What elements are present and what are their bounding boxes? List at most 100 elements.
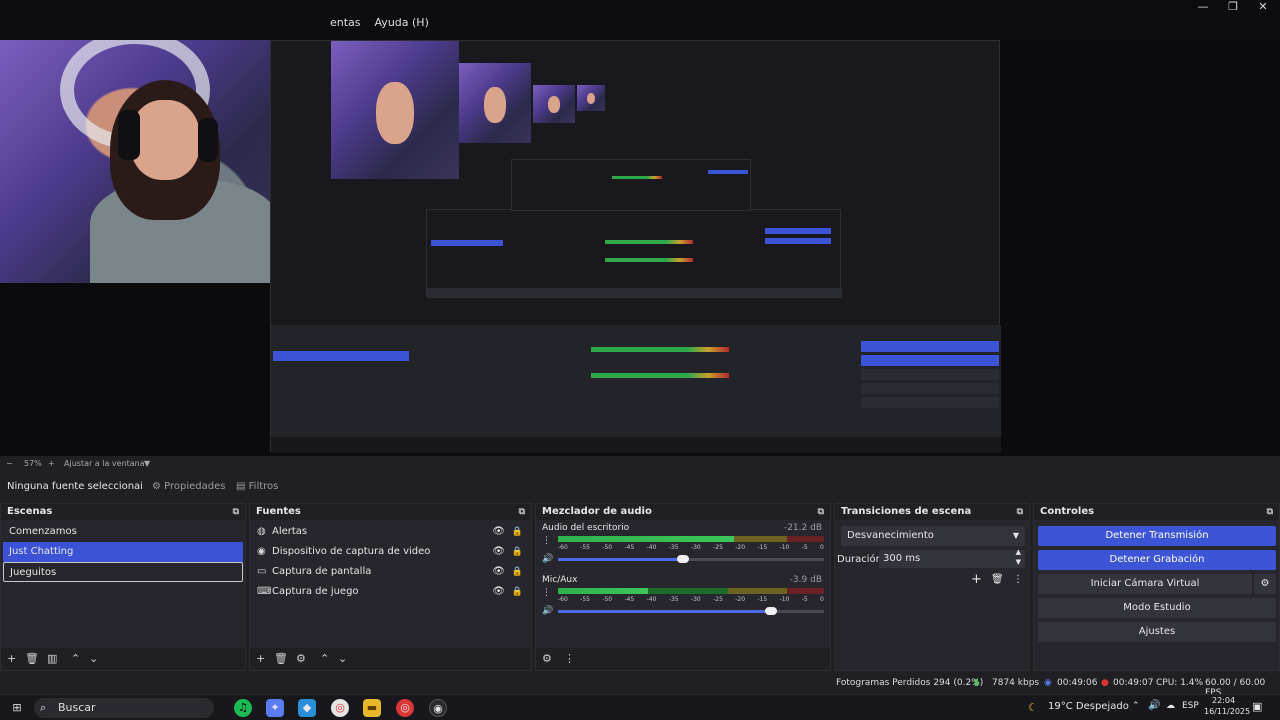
notifications-icon[interactable]: ▣: [1252, 700, 1262, 713]
properties-button[interactable]: ⚙ Propiedades: [152, 481, 225, 492]
source-properties-button[interactable]: ⚙: [296, 652, 306, 665]
eye-icon[interactable]: 👁: [492, 522, 505, 542]
move-up-button[interactable]: ⌃: [320, 652, 329, 665]
controls-title: Controles ⧉: [1034, 504, 1279, 520]
menu-bar: entas Ayuda (H): [330, 16, 429, 29]
transition-menu-icon[interactable]: ⋮: [1013, 574, 1023, 585]
source-item-video-capture[interactable]: ◉ Dispositivo de captura de video 👁 🔒: [250, 542, 531, 562]
more-options-icon[interactable]: ⋮: [542, 588, 551, 598]
spotify-icon[interactable]: ♫: [234, 699, 252, 717]
restore-button[interactable]: ❐: [1218, 0, 1248, 14]
zoom-out-button[interactable]: −: [6, 459, 13, 468]
stepper-icon[interactable]: ▲ ▼: [1016, 547, 1021, 567]
scenes-dock: Escenas ⧉ Comenzamos Just Chatting Juegu…: [0, 503, 246, 671]
mixer-settings-icon[interactable]: ⚙: [542, 652, 552, 665]
file-explorer-icon[interactable]: ▬: [363, 699, 381, 717]
move-up-button[interactable]: ⌃: [71, 652, 80, 665]
add-scene-button[interactable]: +: [7, 652, 16, 665]
stop-stream-button[interactable]: Detener Transmisión: [1038, 526, 1276, 546]
sources-dock: Fuentes ⧉ ◍ Alertas 👁 🔒 ◉ Dispositivo de…: [249, 503, 532, 671]
fit-window-dropdown-icon[interactable]: ▼: [144, 459, 150, 468]
meter-tick-label: -20: [735, 596, 746, 603]
scene-item-jueguitos[interactable]: Jueguitos: [3, 562, 243, 582]
volume-slider[interactable]: [558, 555, 824, 563]
weather-icon: ☾: [1028, 701, 1038, 714]
filters-button[interactable]: ▤ Filtros: [236, 481, 278, 492]
undock-icon[interactable]: ⧉: [1267, 507, 1273, 517]
network-icon[interactable]: ☁: [1166, 701, 1175, 711]
meter-tick-label: -45: [624, 544, 635, 551]
virtual-camera-settings-gear-icon[interactable]: ⚙: [1254, 574, 1276, 594]
source-item-alertas[interactable]: ◍ Alertas 👁 🔒: [250, 522, 531, 542]
zoom-in-button[interactable]: +: [48, 459, 55, 468]
edge-icon[interactable]: ◆: [298, 699, 316, 717]
channel-db: -3.9 dB: [789, 575, 822, 585]
language-indicator[interactable]: ESP: [1182, 701, 1199, 711]
remove-source-button[interactable]: 🗑: [274, 652, 288, 665]
chrome-icon[interactable]: ◎: [331, 699, 349, 717]
clock-date[interactable]: 16/11/2025: [1204, 707, 1250, 716]
bitrate: 7874 kbps: [992, 678, 1040, 688]
undock-icon[interactable]: ⧉: [1017, 507, 1023, 517]
meter-tick-label: -5: [801, 544, 808, 551]
studio-mode-button[interactable]: Modo Estudio: [1038, 598, 1276, 618]
menu-item-help[interactable]: Ayuda (H): [375, 16, 429, 29]
sources-toolbar: + 🗑 ⚙ ⌃ ⌄: [250, 648, 531, 670]
taskbar-search-input[interactable]: ⌕ Buscar: [34, 698, 214, 718]
scenes-toolbar: + 🗑 ▥ ⌃ ⌄: [1, 648, 245, 670]
add-source-button[interactable]: +: [256, 652, 265, 665]
speaker-icon[interactable]: 🔊: [542, 554, 553, 564]
undock-icon[interactable]: ⧉: [818, 507, 824, 517]
lock-icon[interactable]: 🔒: [512, 522, 523, 542]
copilot-icon[interactable]: ✦: [266, 699, 284, 717]
search-icon: ⌕: [40, 701, 47, 714]
record-icon: ●: [1101, 678, 1109, 688]
eye-icon[interactable]: 👁: [492, 562, 505, 582]
mixer-menu-icon[interactable]: ⋮: [564, 652, 575, 665]
eye-icon[interactable]: 👁: [492, 582, 505, 602]
more-options-icon[interactable]: ⋮: [542, 536, 551, 546]
move-down-button[interactable]: ⌄: [338, 652, 347, 665]
remove-scene-button[interactable]: 🗑: [25, 652, 39, 665]
duration-label: Duración: [837, 554, 883, 565]
windows-start-icon[interactable]: ⊞: [8, 699, 26, 717]
settings-button[interactable]: Ajustes: [1038, 622, 1276, 642]
mixer-channel-mic: Mic/Aux -3.9 dB ⋮ -60 -55 -50 -45 -40 -35 -30-…: [536, 572, 830, 624]
scene-filters-button[interactable]: ▥: [47, 652, 57, 665]
source-item-game-capture[interactable]: ⌨ Captura de juego 👁 🔒: [250, 582, 531, 602]
level-meter: [558, 588, 824, 594]
add-transition-button[interactable]: +: [971, 572, 982, 587]
speaker-icon[interactable]: 🔊: [542, 606, 553, 616]
stream-time: 00:49:06: [1057, 678, 1098, 688]
duration-input[interactable]: 300 ms ▲ ▼: [879, 547, 1025, 568]
volume-slider[interactable]: [558, 607, 824, 615]
move-down-button[interactable]: ⌄: [89, 652, 98, 665]
lock-icon[interactable]: 🔒: [512, 582, 523, 602]
transition-select[interactable]: Desvanecimiento ▼: [841, 526, 1025, 546]
obs-icon[interactable]: ◉: [429, 699, 447, 717]
undock-icon[interactable]: ⧉: [519, 507, 525, 517]
tray-chevron-icon[interactable]: ⌃: [1132, 701, 1140, 711]
clock-time[interactable]: 22:04: [1212, 696, 1235, 705]
source-item-screen-capture[interactable]: ▭ Captura de pantalla 👁 🔒: [250, 562, 531, 582]
scene-item-comenzamos[interactable]: Comenzamos: [3, 522, 243, 542]
gamepad-icon: ⌨: [257, 586, 272, 597]
chrome-2-icon[interactable]: ◎: [396, 699, 414, 717]
undock-icon[interactable]: ⧉: [233, 507, 239, 517]
virtual-camera-button[interactable]: Iniciar Cámara Virtual: [1038, 574, 1252, 594]
lock-icon[interactable]: 🔒: [512, 562, 523, 582]
zoom-bar: − 57% + Ajustar a la ventana ▼: [0, 456, 1280, 470]
fit-window-label[interactable]: Ajustar a la ventana: [64, 459, 145, 468]
lock-icon[interactable]: 🔒: [512, 542, 523, 562]
close-button[interactable]: ✕: [1248, 0, 1278, 14]
volume-icon[interactable]: 🔊: [1148, 700, 1160, 711]
remove-transition-button[interactable]: 🗑: [991, 574, 1004, 585]
weather-text[interactable]: 19°C Despejado: [1048, 701, 1129, 712]
stop-recording-button[interactable]: Detener Grabación: [1038, 550, 1276, 570]
meter-tick-label: -60: [558, 544, 568, 551]
eye-icon[interactable]: 👁: [492, 542, 505, 562]
scene-item-just-chatting[interactable]: Just Chatting: [3, 542, 243, 562]
preview-canvas[interactable]: [0, 40, 1280, 456]
minimize-button[interactable]: —: [1188, 0, 1218, 14]
menu-item-windows[interactable]: entas: [330, 16, 361, 29]
